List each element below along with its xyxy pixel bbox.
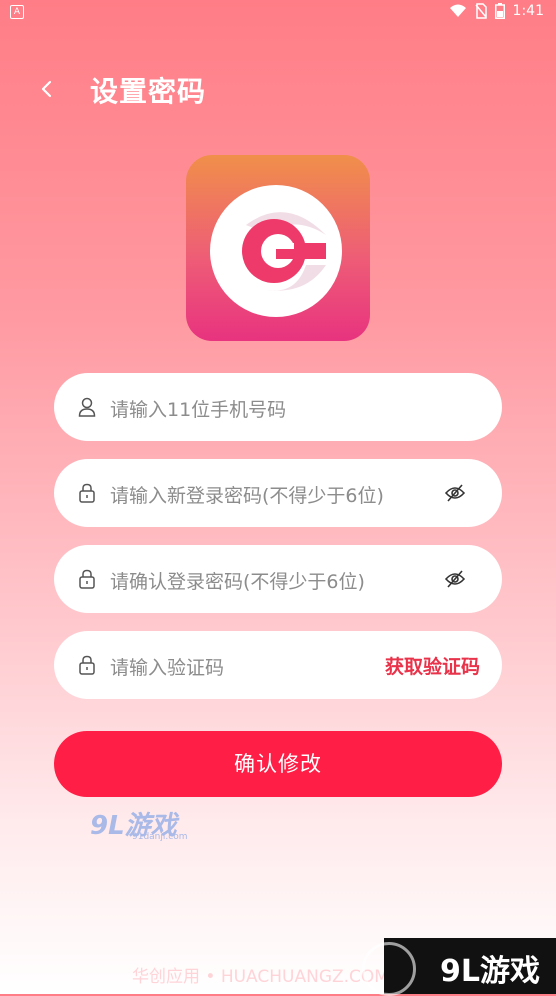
footer-text: 华创应用 • HUACHUANGZ.COM [132, 967, 389, 987]
new-password-field[interactable]: 请输入新登录密码(不得少于6位) [54, 459, 502, 527]
no-sim-icon [474, 3, 487, 19]
site-watermark-url: 91danji.com [132, 832, 188, 842]
site-watermark: 9L游戏 91danji.com [90, 805, 188, 845]
eye-off-icon[interactable] [444, 569, 466, 589]
phone-input[interactable]: 请输入11位手机号码 [110, 395, 286, 422]
c-logo-icon [362, 942, 416, 996]
verify-code-field[interactable]: 请输入验证码 获取验证码 [54, 631, 502, 699]
battery-icon [494, 3, 505, 19]
corner-watermark-logo: 9L游戏 [440, 954, 540, 989]
confirm-password-field[interactable]: 请确认登录密码(不得少于6位) [54, 545, 502, 613]
wifi-icon [449, 4, 466, 17]
new-password-input[interactable]: 请输入新登录密码(不得少于6位) [110, 481, 384, 508]
lock-icon [79, 655, 95, 675]
chevron-left-icon [41, 80, 52, 98]
confirm-password-input[interactable]: 请确认登录密码(不得少于6位) [110, 567, 365, 594]
verify-code-input[interactable]: 请输入验证码 [110, 653, 224, 680]
eye-off-icon[interactable] [444, 483, 466, 503]
page-title: 设置密码 [90, 75, 207, 108]
get-code-button[interactable]: 获取验证码 [385, 652, 480, 679]
status-icons: 1:41 [449, 3, 544, 19]
lock-icon [79, 569, 95, 589]
status-time: 1:41 [512, 3, 544, 19]
confirm-button[interactable]: 确认修改 [54, 731, 502, 797]
status-bar: A 1:41 [0, 0, 556, 26]
phone-field[interactable]: 请输入11位手机号码 [54, 373, 502, 441]
g-logo-icon [210, 185, 342, 317]
user-icon [78, 397, 96, 417]
app-logo [186, 155, 370, 341]
notification-icon: A [10, 5, 24, 19]
header: 设置密码 [0, 62, 556, 116]
lock-icon [79, 483, 95, 503]
corner-watermark: 9L游戏 [362, 938, 556, 996]
back-button[interactable] [32, 74, 62, 104]
